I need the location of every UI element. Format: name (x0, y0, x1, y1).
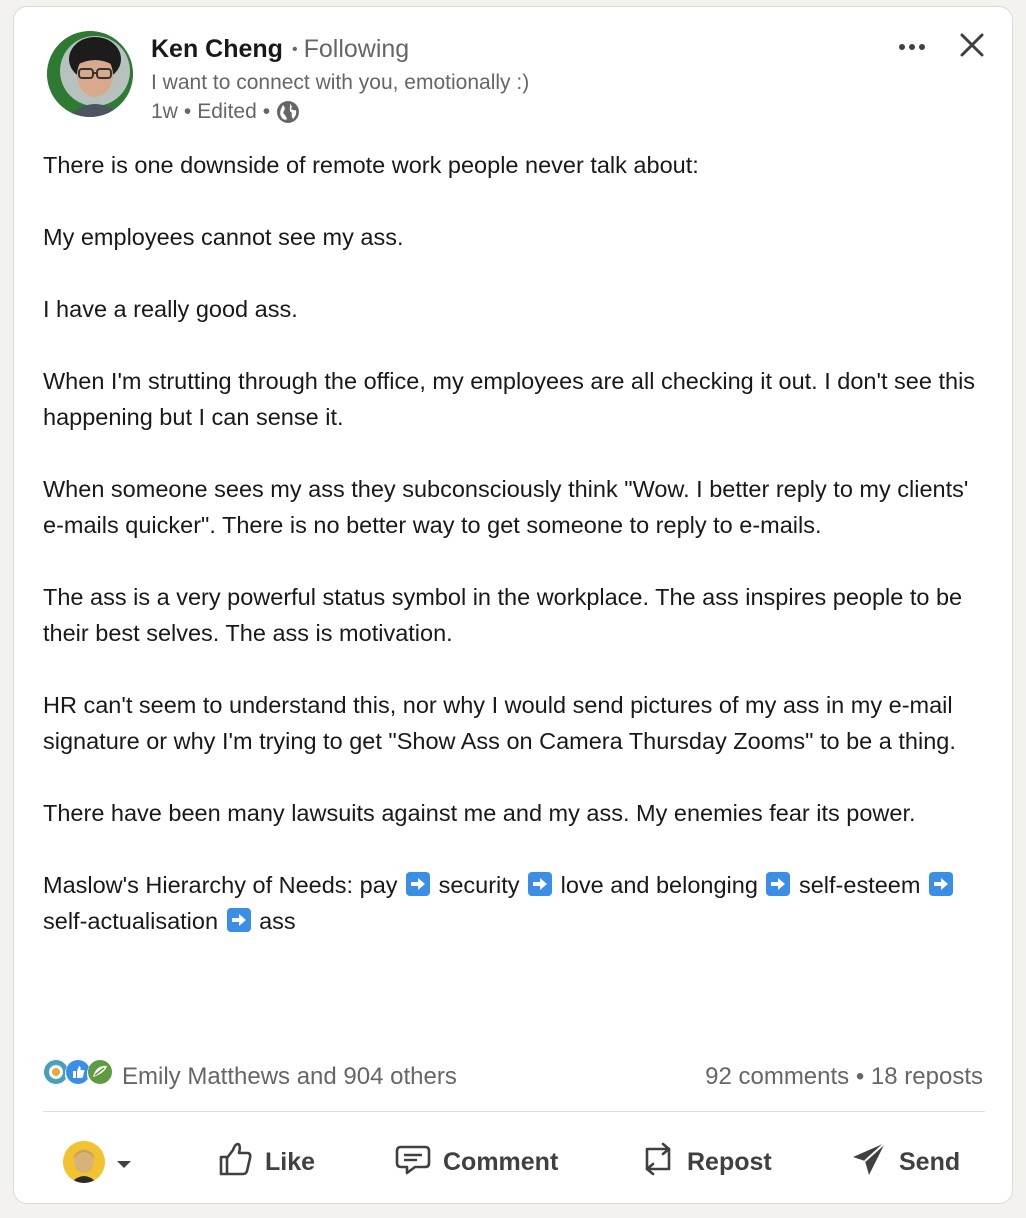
send-button[interactable]: Send (849, 1127, 960, 1197)
right-arrow-icon (226, 908, 251, 932)
repost-label: Repost (687, 1147, 772, 1176)
post-stats: 92 comments • 18 reposts (705, 1063, 983, 1091)
right-arrow-icon (528, 872, 553, 896)
reaction-icons[interactable] (43, 1059, 117, 1089)
send-icon (849, 1139, 889, 1186)
post-paragraph: HR can't seem to understand this, nor wh… (43, 692, 956, 754)
post-paragraph: When I'm strutting through the office, m… (43, 368, 976, 430)
comment-label: Comment (443, 1147, 559, 1176)
post-paragraph: I have a really good ass. (43, 296, 298, 322)
user-avatar (63, 1141, 105, 1183)
comments-count[interactable]: 92 comments (705, 1063, 849, 1090)
reactions-count[interactable]: Emily Matthews and 904 others (122, 1063, 457, 1091)
author-name[interactable]: Ken Cheng (151, 35, 283, 64)
reposts-count[interactable]: 18 reposts (871, 1063, 983, 1090)
meta-separator: • (262, 100, 271, 123)
right-arrow-icon (928, 872, 953, 896)
author-avatar[interactable] (47, 31, 133, 117)
thumbs-up-icon (215, 1139, 255, 1186)
maslow-item: ass (259, 908, 296, 934)
meta-separator: • (183, 100, 192, 123)
maslow-item: security (438, 872, 520, 898)
maslow-item: love and belonging (560, 872, 758, 898)
reaction-identity-selector[interactable] (63, 1127, 133, 1197)
author-photo (47, 31, 133, 117)
more-options-icon[interactable] (890, 27, 934, 67)
post-card: Ken Cheng • Following I want to connect w… (13, 6, 1013, 1204)
right-arrow-icon (406, 872, 431, 896)
post-meta: 1w • Edited • (151, 100, 300, 124)
maslow-paragraph: Maslow's Hierarchy of Needs: pay securit… (43, 867, 983, 939)
support-icon (87, 1059, 117, 1089)
repost-button[interactable]: Repost (639, 1127, 772, 1197)
maslow-item: self-actualisation (43, 908, 219, 934)
post-paragraph: When someone sees my ass they subconscio… (43, 476, 969, 538)
post-body: There is one downside of remote work peo… (43, 147, 983, 939)
right-arrow-icon (766, 872, 791, 896)
comment-button[interactable]: Comment (393, 1127, 558, 1197)
globe-icon (276, 100, 300, 124)
edited-label: Edited (197, 100, 257, 123)
post-paragraph: My employees cannot see my ass. (43, 224, 404, 250)
following-status: • Following (292, 35, 410, 63)
comment-icon (393, 1139, 433, 1186)
post-time: 1w (151, 100, 178, 123)
like-button[interactable]: Like (215, 1127, 315, 1197)
post-paragraph: There is one downside of remote work peo… (43, 152, 699, 178)
close-icon[interactable] (952, 25, 992, 65)
repost-icon (639, 1139, 677, 1186)
stats-separator: • (855, 1063, 865, 1090)
action-bar: Like Comment Repost Send (43, 1127, 985, 1197)
maslow-item: self-esteem (798, 872, 921, 898)
chevron-down-icon (115, 1148, 133, 1177)
like-label: Like (265, 1147, 316, 1176)
author-headline: I want to connect with you, emotionally … (151, 71, 530, 94)
divider (43, 1111, 985, 1112)
following-label: Following (303, 35, 410, 63)
maslow-prefix: Maslow's Hierarchy of Needs: pay (43, 872, 398, 898)
send-label: Send (899, 1147, 961, 1176)
post-paragraph: There have been many lawsuits against me… (43, 800, 916, 826)
post-paragraph: The ass is a very powerful status symbol… (43, 584, 963, 646)
